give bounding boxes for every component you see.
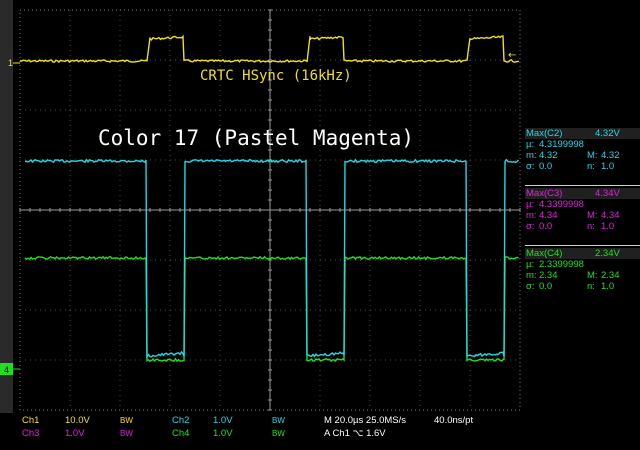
ch2-scale: 1.0V — [213, 415, 233, 426]
meas-separator — [525, 245, 640, 246]
ch4-marker-label: 4 — [4, 365, 9, 375]
ch2-label[interactable]: Ch2 — [172, 415, 189, 426]
meas-mean-label: µ: — [526, 199, 535, 210]
meas-n-label: n: — [587, 221, 595, 232]
meas-value: 2.34V — [595, 248, 620, 259]
ch4-bw-limit: BW — [272, 429, 285, 438]
meas-sd: 0.0 — [539, 281, 553, 292]
meas-min-label: m: — [526, 210, 537, 221]
ch1-label[interactable]: Ch1 — [22, 415, 39, 426]
meas-label: Max(C2) — [526, 128, 563, 139]
meas-label: Max(C3) — [526, 188, 563, 199]
sample-interval-readout: 40.0ns/pt — [434, 415, 474, 426]
meas-n: 1.0 — [601, 281, 615, 292]
timebase-readout[interactable]: M 20.0µs 25.0MS/s — [324, 415, 406, 426]
meas-separator — [525, 185, 640, 186]
meas-min-label: m: — [526, 150, 537, 161]
meas-max: 4.34 — [601, 210, 620, 221]
meas-min: 4.34 — [539, 210, 558, 221]
ch2-bw-limit: BW — [272, 416, 285, 425]
meas-min-label: m: — [526, 270, 537, 281]
meas-label: Max(C4) — [526, 248, 563, 259]
meas-mean: 4.3199998 — [539, 139, 584, 150]
meas-max-label: M: — [587, 210, 598, 221]
meas-sd-label: σ: — [526, 221, 535, 232]
meas-min: 2.34 — [539, 270, 558, 281]
ch3-scale: 1.0V — [65, 428, 85, 439]
meas-sd: 0.0 — [539, 221, 553, 232]
ch3-bw-limit: BW — [120, 429, 133, 438]
ch1-marker-label: 1 — [8, 58, 13, 68]
meas-sd-label: σ: — [526, 161, 535, 172]
oscilloscope-screen: 1 4 ← CRTC HSync (16kHz) Color 17 (Paste… — [0, 0, 640, 450]
ch4-label[interactable]: Ch4 — [172, 428, 189, 439]
meas-max: 2.34 — [601, 270, 620, 281]
meas-n: 1.0 — [601, 221, 615, 232]
meas-mean-label: µ: — [526, 139, 535, 150]
meas-max-label: M: — [587, 150, 598, 161]
meas-sd-label: σ: — [526, 281, 535, 292]
measurement-panel-c3: Max(C3) 4.34V µ: 4.3399998 m: 4.34 M: 4.34 σ:… — [525, 188, 640, 246]
meas-max-label: M: — [587, 270, 598, 281]
measurement-panel-c2: Max(C2) 4.32V µ: 4.3199998 m: 4.32 M: 4.32 σ:… — [525, 128, 640, 186]
meas-mean-label: µ: — [526, 259, 535, 270]
measurement-panel-c4: Max(C4) 2.34V µ: 2.3399998 m: 2.34 M: 2.34 σ:… — [525, 248, 640, 292]
meas-min: 4.32 — [539, 150, 558, 161]
meas-value: 4.34V — [595, 188, 620, 199]
trigger-level-arrow: ← — [508, 50, 516, 61]
meas-n: 1.0 — [601, 161, 615, 172]
meas-n-label: n: — [587, 161, 595, 172]
meas-sd: 0.0 — [539, 161, 553, 172]
color-annotation: Color 17 (Pastel Magenta) — [98, 126, 415, 150]
meas-max: 4.32 — [601, 150, 620, 161]
ch4-scale: 1.0V — [213, 428, 233, 439]
status-bar: Ch1 10.0V BW Ch2 1.0V BW Ch3 1.0V BW Ch4… — [0, 413, 640, 450]
meas-mean: 2.3399998 — [539, 259, 584, 270]
trigger-readout[interactable]: A Ch1 ⌥ 1.6V — [324, 428, 386, 439]
meas-mean: 4.3399998 — [539, 199, 584, 210]
hsync-annotation: CRTC HSync (16kHz) — [200, 68, 352, 84]
ch1-scale: 10.0V — [65, 415, 90, 426]
meas-value: 4.32V — [595, 128, 620, 139]
ch1-bw-limit: BW — [120, 416, 133, 425]
ch3-label[interactable]: Ch3 — [22, 428, 39, 439]
meas-n-label: n: — [587, 281, 595, 292]
